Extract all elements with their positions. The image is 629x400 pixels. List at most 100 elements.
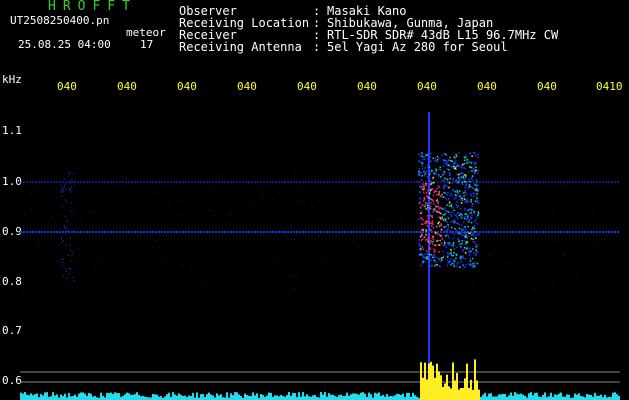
meteor-echo-dot <box>475 243 477 246</box>
noise-dot <box>347 290 349 292</box>
meteor-echo-dot <box>459 207 462 210</box>
meteor-echo-dot <box>455 266 458 268</box>
meteor-echo-dot <box>465 213 468 216</box>
meteor-echo-dot <box>470 177 472 180</box>
meteor-echo-dot <box>463 247 466 249</box>
meteor-echo-dot <box>468 184 471 186</box>
meteor-echo-dot <box>463 233 466 235</box>
noise-dot <box>529 262 531 264</box>
meteor-echo-dot <box>421 253 424 255</box>
meteor-echo-dot <box>446 210 449 212</box>
activity-bar <box>74 394 76 400</box>
meteor-echo-dot <box>463 162 466 165</box>
meteor-echo-dot <box>428 253 431 256</box>
noise-dot <box>28 201 30 203</box>
noise-dot <box>168 201 170 203</box>
meteor-echo-dot <box>471 155 473 157</box>
noise-dot <box>389 223 391 225</box>
activity-bar <box>268 392 270 400</box>
meteor-echo-dot <box>464 186 466 189</box>
activity-bar <box>220 394 222 400</box>
meteor-echo-dot <box>71 260 73 262</box>
activity-bar <box>238 394 240 400</box>
meteor-echo-dot <box>439 169 442 171</box>
meteor-echo-dot <box>435 193 438 196</box>
noise-dot <box>297 190 299 192</box>
meteor-echo-dot <box>470 237 473 240</box>
meteor-echo-dot <box>436 155 439 158</box>
meteor-echo-dot <box>449 177 451 180</box>
noise-dot <box>172 228 174 230</box>
x-tick-6: 040 <box>357 80 377 93</box>
meteor-echo-dot <box>461 233 463 236</box>
noise-dot <box>200 218 202 220</box>
meteor-echo-dot <box>462 163 464 166</box>
activity-spike <box>476 380 478 400</box>
meteor-echo-dot <box>61 191 63 193</box>
activity-bar <box>140 396 142 400</box>
noise-dot <box>37 239 39 241</box>
meteor-echo-dot <box>477 202 480 204</box>
meteor-echo-dot <box>453 266 456 268</box>
noise-dot <box>48 221 50 223</box>
meteor-echo-dot <box>471 179 474 181</box>
noise-dot <box>226 222 228 224</box>
noise-dot <box>95 267 97 269</box>
noise-dot <box>100 258 102 260</box>
meteor-echo-dot <box>452 254 455 257</box>
meteor-echo-dot <box>419 249 422 251</box>
meteor-echo-dot <box>470 194 472 197</box>
noise-dot <box>505 262 507 264</box>
activity-bar <box>78 393 80 400</box>
x-tick-5: 040 <box>297 80 317 93</box>
activity-bar <box>482 394 484 400</box>
meteor-echo-dot <box>437 222 439 225</box>
meteor-echo-dot <box>472 265 474 267</box>
meteor-echo-dot <box>465 184 467 187</box>
meteor-echo-dot <box>474 266 477 268</box>
noise-dot <box>180 215 182 217</box>
activity-bar <box>612 392 614 400</box>
activity-bar <box>232 395 234 400</box>
activity-bar <box>344 395 346 400</box>
noise-dot <box>159 260 161 262</box>
meteor-echo-dot <box>429 259 431 261</box>
activity-bar <box>20 392 22 400</box>
meteor-echo-dot <box>444 209 447 212</box>
meteor-echo-dot <box>438 244 441 246</box>
meteor-echo-dot <box>460 213 462 216</box>
activity-bar <box>538 396 540 400</box>
activity-bar <box>414 395 416 400</box>
meteor-echo-dot <box>71 276 73 278</box>
noise-dot <box>20 230 22 232</box>
noise-dot <box>164 258 166 260</box>
activity-bar <box>256 393 258 400</box>
noise-dot <box>296 275 298 277</box>
activity-bar <box>338 395 340 400</box>
meta-key-antenna: Receiving Antenna <box>179 40 302 54</box>
meteor-echo-dot <box>421 259 424 262</box>
meteor-echo-dot <box>418 202 420 204</box>
meteor-echo-dot <box>470 162 473 164</box>
noise-dot <box>336 235 338 237</box>
meteor-echo-dot <box>446 229 449 231</box>
activity-bar <box>192 392 194 400</box>
noise-dot <box>41 218 43 220</box>
activity-bar <box>574 393 576 400</box>
activity-bar <box>254 395 256 400</box>
noise-dot <box>362 281 364 283</box>
meteor-echo-dot <box>441 216 443 218</box>
noise-dot <box>248 182 250 184</box>
meteor-echo-dot <box>464 174 466 176</box>
meteor-echo-dot <box>67 228 69 230</box>
activity-bar <box>340 394 342 400</box>
activity-bar <box>534 392 536 400</box>
activity-bar <box>556 394 558 400</box>
meteor-echo-dot <box>460 255 462 258</box>
meteor-echo-dot <box>466 241 468 243</box>
meteor-echo-dot <box>440 257 443 259</box>
meteor-echo-dot <box>469 254 471 256</box>
meteor-echo-dot <box>455 214 457 217</box>
file-name: UT2508250400.pn <box>10 14 110 27</box>
meteor-echo-dot <box>464 226 466 228</box>
